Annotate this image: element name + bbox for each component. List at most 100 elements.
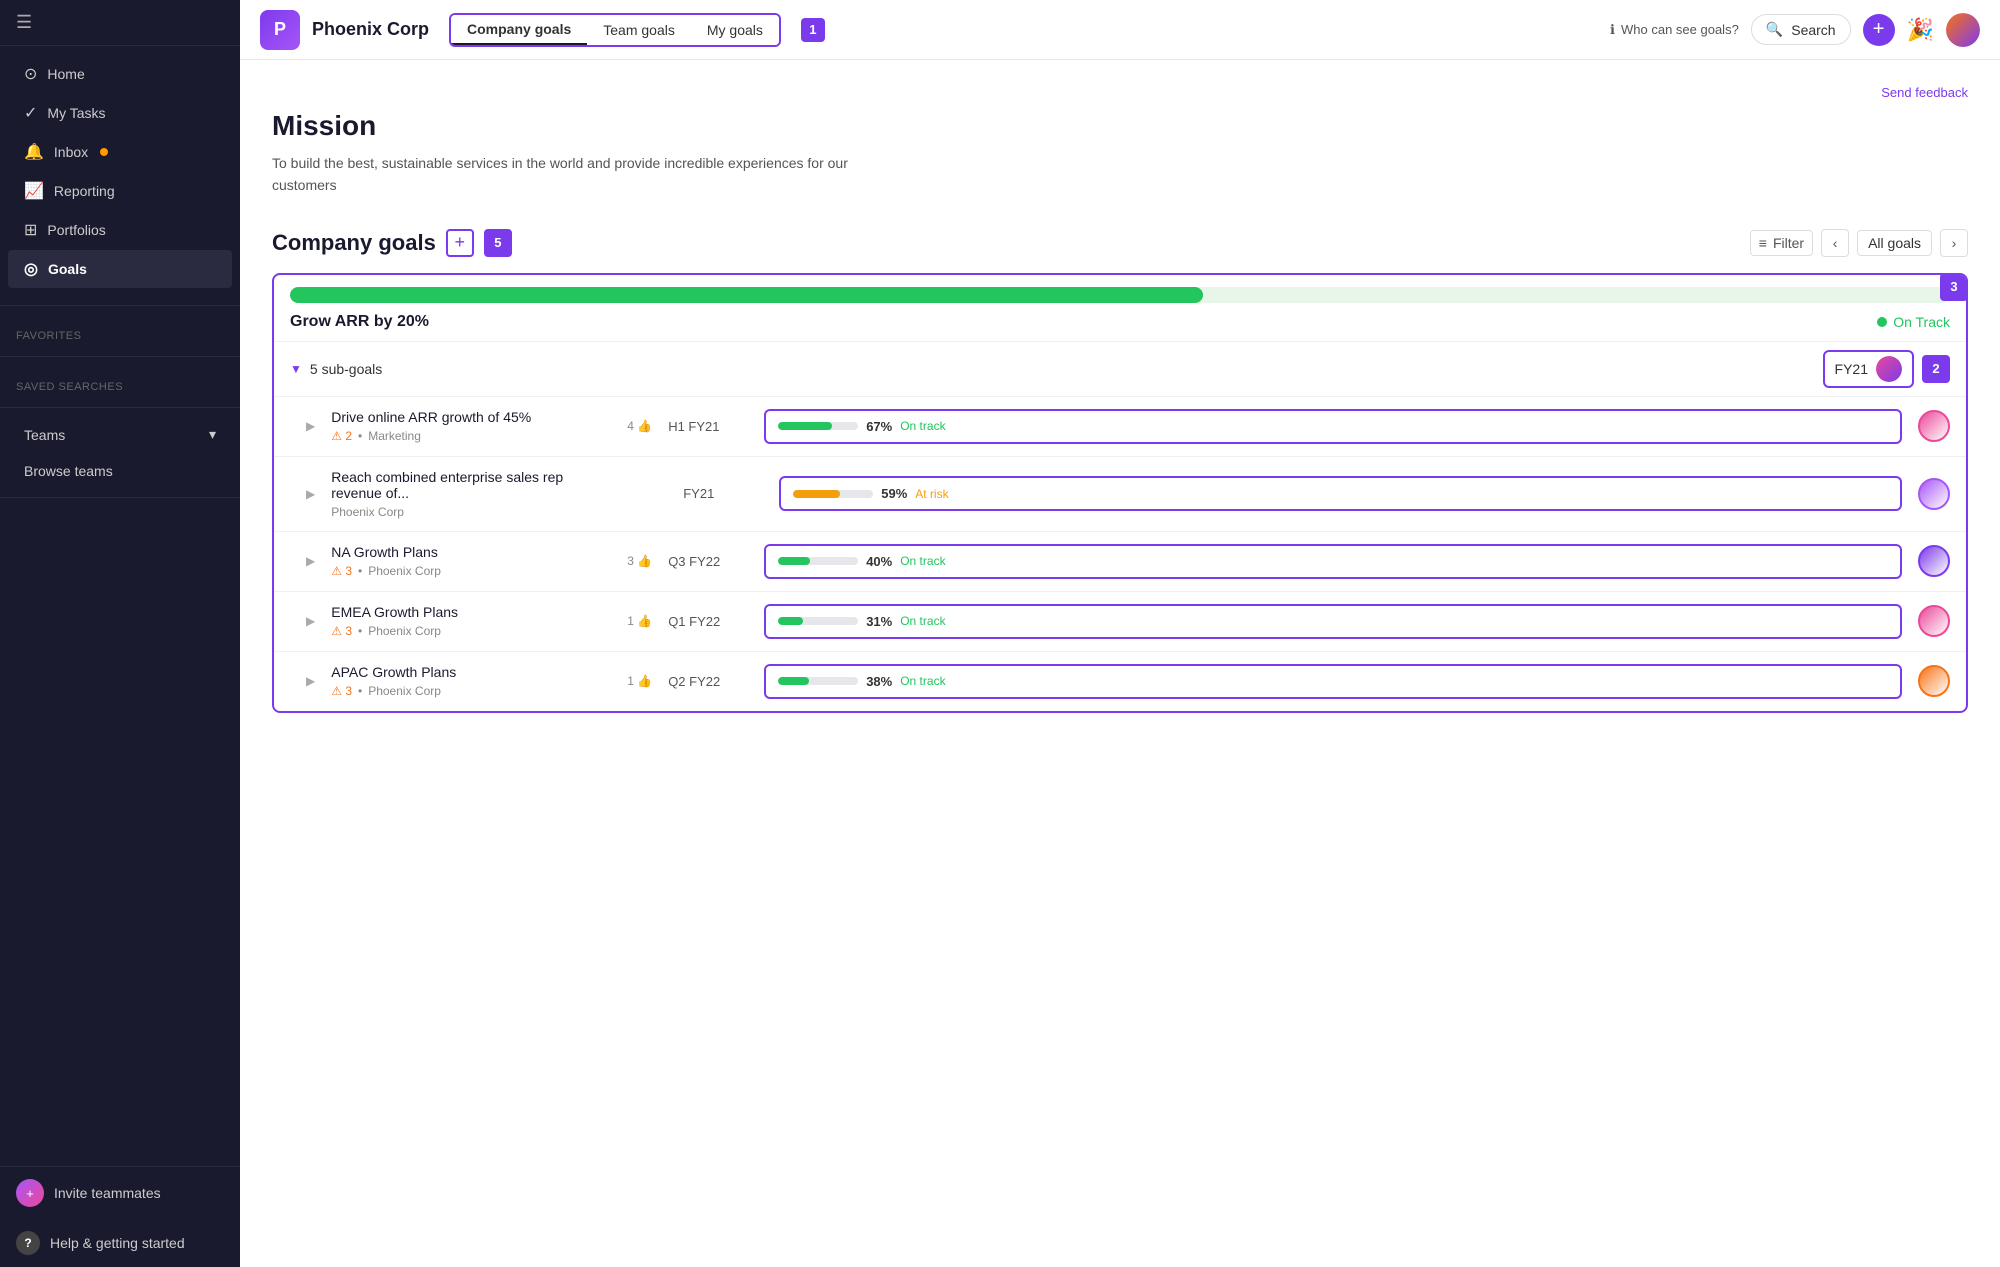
sidebar-item-label: Portfolios — [47, 222, 105, 238]
sub-goal-pct: 38% — [866, 674, 892, 689]
sidebar-item-inbox[interactable]: 🔔 Inbox — [8, 133, 232, 171]
sidebar-divider-4 — [0, 497, 240, 498]
likes-count: 4 👍 — [627, 419, 652, 433]
filter-icon: ≡ — [1759, 235, 1767, 251]
invite-teammates-item[interactable]: + Invite teammates — [0, 1167, 240, 1219]
goals-controls: ≡ Filter ‹ All goals › — [1750, 229, 1968, 257]
sub-goal-pct: 59% — [881, 486, 907, 501]
tab-company-goals[interactable]: Company goals — [451, 15, 587, 45]
sub-goal-progress: 40%On track — [764, 544, 1902, 579]
all-goals-button[interactable]: All goals — [1857, 230, 1932, 256]
add-goal-button[interactable]: + — [446, 229, 474, 257]
notification-icon[interactable]: 🎉 — [1907, 17, 1934, 43]
help-label: Help & getting started — [50, 1235, 185, 1251]
sub-goal-tag: Phoenix Corp — [368, 624, 441, 638]
warning-icon: ⚠ 2 — [331, 429, 352, 443]
progress-bar-container — [290, 287, 1950, 303]
warning-icon: ⚠ 3 — [331, 624, 352, 638]
sidebar-divider-2 — [0, 356, 240, 357]
search-input[interactable]: 🔍 Search — [1751, 14, 1851, 45]
sidebar-divider-3 — [0, 407, 240, 408]
page-content: Send feedback Mission To build the best,… — [240, 60, 2000, 1267]
chevron-down-icon[interactable]: ▼ — [290, 362, 302, 376]
sidebar-item-portfolios[interactable]: ⊞ Portfolios — [8, 211, 232, 249]
check-icon: ✓ — [24, 103, 37, 123]
company-goals-header: Company goals + 5 ≡ Filter ‹ All goals › — [272, 229, 1968, 257]
sub-goal-period: H1 FY21 — [668, 419, 748, 434]
invite-icon: + — [16, 1179, 44, 1207]
sub-goals-count: 5 sub-goals — [310, 361, 382, 377]
mission-text: To build the best, sustainable services … — [272, 152, 912, 197]
sub-goal-progress: 59%At risk — [779, 476, 1902, 511]
mini-progress-fill — [778, 422, 832, 430]
sub-goal-title[interactable]: Reach combined enterprise sales rep reve… — [331, 469, 611, 501]
user-avatar[interactable] — [1946, 13, 1980, 47]
sub-goal-title[interactable]: NA Growth Plans — [331, 544, 611, 560]
mini-progress-bar — [778, 557, 858, 565]
sub-goal-avatar — [1918, 545, 1950, 577]
invite-teammates-label: Invite teammates — [54, 1185, 161, 1201]
company-goals-title: Company goals — [272, 230, 436, 256]
help-getting-started-item[interactable]: ? Help & getting started — [0, 1219, 240, 1267]
expand-icon[interactable]: ▶ — [306, 674, 315, 688]
filter-button[interactable]: ≡ Filter — [1750, 230, 1813, 256]
expand-icon[interactable]: ▶ — [306, 487, 315, 501]
progress-bar-fill — [290, 287, 1203, 303]
sub-goal-info: APAC Growth Plans⚠ 3 • Phoenix Corp — [331, 664, 611, 698]
fy-badge: FY21 — [1823, 350, 1914, 388]
sidebar-item-label: Inbox — [54, 144, 88, 160]
sub-goal-progress: 38%On track — [764, 664, 1902, 699]
sub-goal-progress: 67%On track — [764, 409, 1902, 444]
goals-count-badge: 5 — [484, 229, 512, 257]
sub-goal-info: Drive online ARR growth of 45%⚠ 2 • Mark… — [331, 409, 611, 443]
sub-goal-period: Q1 FY22 — [668, 614, 748, 629]
chart-icon: 📈 — [24, 181, 44, 201]
main-area: P Phoenix Corp Company goals Team goals … — [240, 0, 2000, 1267]
sidebar-item-reporting[interactable]: 📈 Reporting — [8, 172, 232, 210]
expand-icon[interactable]: ▶ — [306, 614, 315, 628]
sidebar-item-goals[interactable]: ◎ Goals — [8, 250, 232, 288]
search-placeholder: Search — [1791, 22, 1835, 38]
sidebar-item-home[interactable]: ⊙ Home — [8, 55, 232, 93]
sidebar-toggle-button[interactable]: ☰ — [16, 12, 32, 33]
mini-progress-fill — [778, 677, 808, 685]
on-track-dot — [1877, 317, 1887, 327]
tab-number-badge: 1 — [801, 18, 825, 42]
sub-goal-title[interactable]: EMEA Growth Plans — [331, 604, 611, 620]
info-icon: ℹ — [1610, 22, 1615, 38]
mini-progress-bar — [778, 677, 858, 685]
sidebar-item-label: Reporting — [54, 183, 115, 199]
who-can-see-button[interactable]: ℹ Who can see goals? — [1610, 22, 1739, 38]
sub-goal-title[interactable]: Drive online ARR growth of 45% — [331, 409, 611, 425]
badge-2: 2 — [1922, 355, 1950, 383]
on-track-badge: On Track — [1877, 314, 1950, 330]
expand-icon[interactable]: ▶ — [306, 419, 315, 433]
mission-title: Mission — [272, 110, 1968, 142]
sidebar-item-label: Goals — [48, 261, 87, 277]
tab-my-goals[interactable]: My goals — [691, 15, 779, 45]
sidebar-item-my-tasks[interactable]: ✓ My Tasks — [8, 94, 232, 132]
fy-label: FY21 — [1835, 361, 1868, 377]
sub-goal-title[interactable]: APAC Growth Plans — [331, 664, 611, 680]
grow-arr-row: Grow ARR by 20% On Track — [274, 303, 1966, 341]
sidebar-item-browse-teams[interactable]: Browse teams — [8, 454, 232, 488]
who-can-see-label: Who can see goals? — [1621, 22, 1739, 37]
sub-goal-tag: Phoenix Corp — [368, 684, 441, 698]
filter-label: Filter — [1773, 235, 1804, 251]
next-arrow-button[interactable]: › — [1940, 229, 1968, 257]
send-feedback-link[interactable]: Send feedback — [1881, 85, 1968, 100]
tab-team-goals[interactable]: Team goals — [587, 15, 691, 45]
sub-goal-progress: 31%On track — [764, 604, 1902, 639]
prev-arrow-button[interactable]: ‹ — [1821, 229, 1849, 257]
main-goal-title[interactable]: Grow ARR by 20% — [290, 313, 429, 331]
goals-icon: ◎ — [24, 259, 38, 279]
sub-goal-row: ▶EMEA Growth Plans⚠ 3 • Phoenix Corp1 👍Q… — [274, 592, 1966, 652]
expand-icon[interactable]: ▶ — [306, 554, 315, 568]
browse-teams-label: Browse teams — [24, 463, 113, 479]
sidebar-item-teams[interactable]: Teams ▾ — [8, 417, 232, 452]
mini-progress-bar — [793, 490, 873, 498]
sidebar-item-label: Home — [47, 66, 84, 82]
add-button[interactable]: + — [1863, 14, 1895, 46]
sidebar-bottom: + Invite teammates ? Help & getting star… — [0, 1166, 240, 1267]
sub-goal-info: Reach combined enterprise sales rep reve… — [331, 469, 611, 519]
